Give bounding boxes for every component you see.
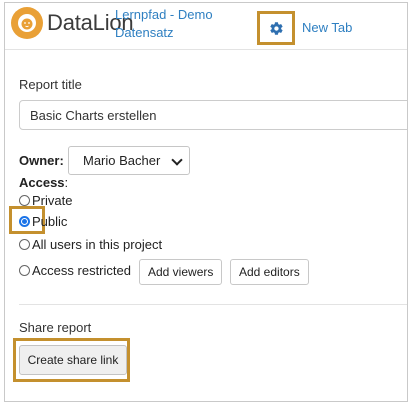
access-option-restricted[interactable]: Access restricted — [19, 263, 131, 278]
access-option-all-users[interactable]: All users in this project — [19, 237, 162, 252]
chevron-down-icon — [171, 154, 183, 166]
project-link-line2: Datensatz — [115, 25, 174, 40]
add-viewers-button[interactable]: Add viewers — [139, 259, 223, 285]
report-title-label: Report title — [19, 77, 82, 92]
radio-public[interactable] — [19, 216, 30, 227]
share-report-label: Share report — [19, 320, 92, 335]
settings-button[interactable] — [261, 13, 291, 43]
project-link-line1: Lernpfad - Demo — [115, 7, 213, 22]
access-option-public[interactable]: Public — [19, 214, 67, 229]
owner-select[interactable]: Mario Bacher — [68, 146, 190, 175]
access-option-all-users-label: All users in this project — [32, 237, 163, 252]
access-label-colon: : — [64, 175, 69, 190]
create-share-link-button[interactable]: Create share link — [19, 345, 127, 375]
project-link[interactable]: Lernpfad - Demo Datensatz — [115, 6, 235, 42]
radio-private[interactable] — [19, 195, 30, 206]
access-option-public-label: Public — [32, 214, 68, 229]
top-bar: DataLion Lernpfad - Demo Datensatz New T… — [5, 3, 407, 47]
gear-icon — [269, 21, 283, 35]
access-label: Access: — [19, 175, 68, 190]
access-label-text: Access — [19, 175, 65, 190]
new-tab-link[interactable]: New Tab — [302, 20, 352, 35]
lion-logo-icon — [11, 7, 43, 39]
radio-restricted[interactable] — [19, 265, 30, 276]
section-divider — [19, 304, 407, 305]
access-option-restricted-label: Access restricted — [32, 263, 131, 278]
owner-label: Owner: — [19, 153, 64, 168]
add-editors-button[interactable]: Add editors — [230, 259, 309, 285]
report-settings-panel: DataLion Lernpfad - Demo Datensatz New T… — [4, 2, 408, 402]
owner-select-value: Mario Bacher — [83, 153, 161, 168]
radio-all-users[interactable] — [19, 239, 30, 250]
report-title-input[interactable] — [19, 100, 407, 130]
header-divider — [5, 49, 407, 50]
